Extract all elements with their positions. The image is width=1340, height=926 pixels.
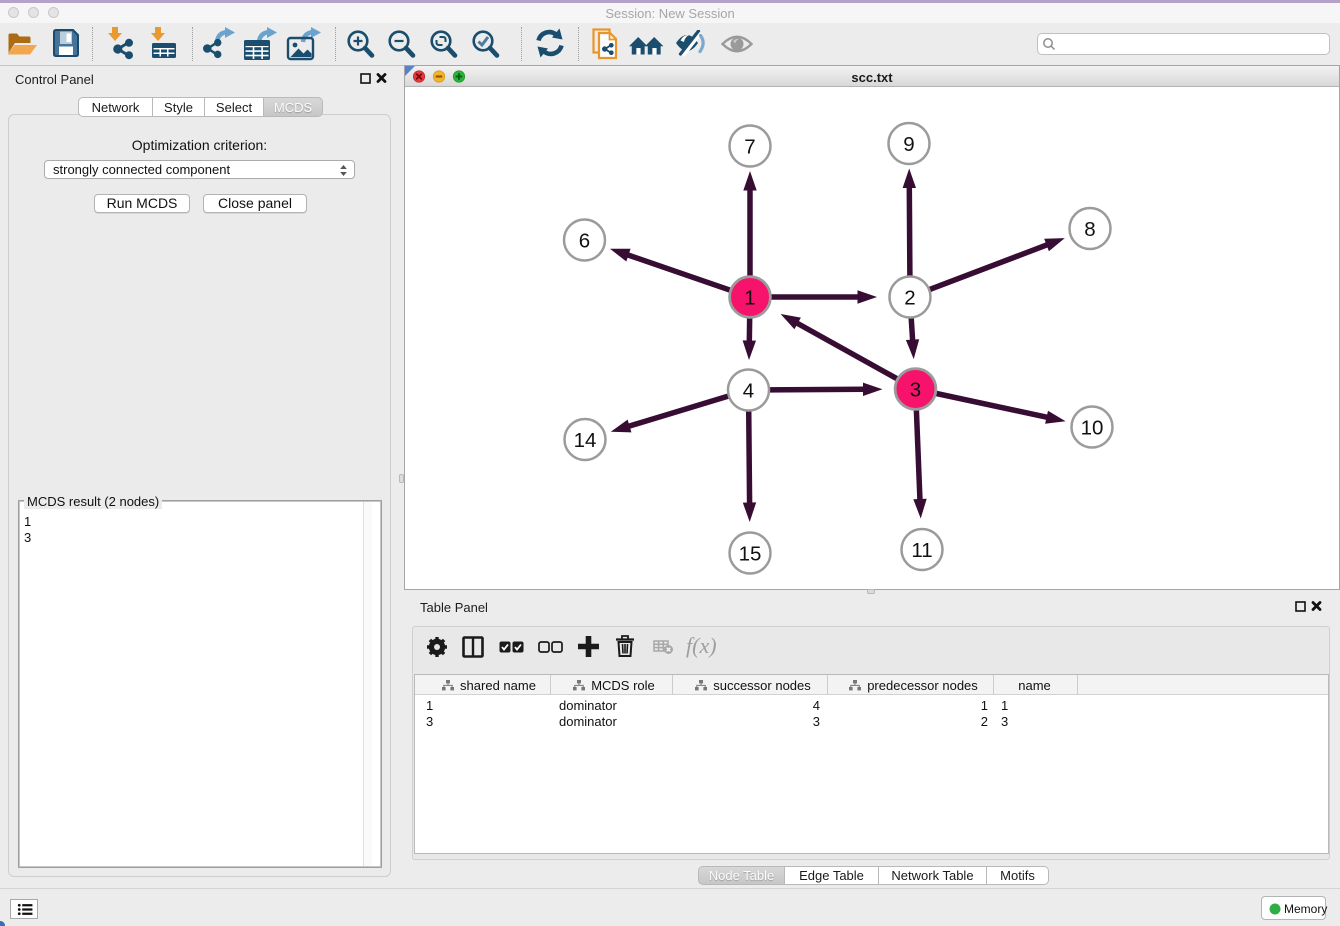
svg-text:15: 15: [739, 542, 762, 565]
svg-text:11: 11: [911, 539, 932, 562]
svg-text:3: 3: [910, 378, 921, 401]
svg-text:2: 2: [904, 286, 915, 309]
svg-text:14: 14: [574, 429, 597, 452]
svg-text:9: 9: [903, 133, 914, 156]
svg-text:10: 10: [1081, 416, 1104, 439]
svg-text:4: 4: [743, 379, 754, 402]
svg-text:1: 1: [744, 286, 755, 309]
svg-text:7: 7: [744, 135, 755, 158]
svg-text:8: 8: [1084, 218, 1095, 241]
svg-text:6: 6: [579, 229, 590, 252]
